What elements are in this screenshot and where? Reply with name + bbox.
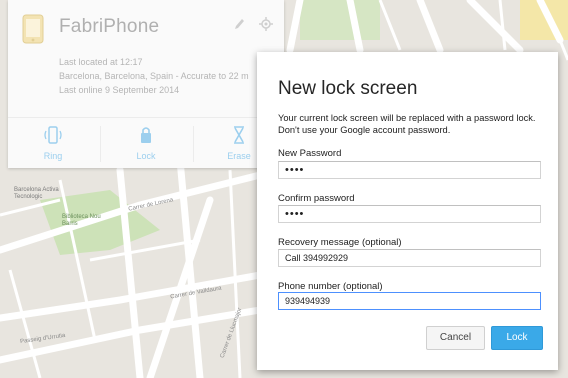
- device-name: FabriPhone: [59, 16, 160, 37]
- card-divider: [8, 117, 284, 118]
- location-text: Barcelona, Barcelona, Spain - Accurate t…: [59, 71, 249, 81]
- new-password-label: New Password: [278, 148, 342, 159]
- ring-phone-icon: [44, 126, 62, 144]
- device-card: FabriPhone Last located at 12:17 Barcelo…: [8, 0, 284, 168]
- recovery-message-label: Recovery message (optional): [278, 237, 402, 248]
- cancel-button[interactable]: Cancel: [426, 326, 485, 350]
- new-lock-screen-dialog: New lock screen Your current lock screen…: [257, 52, 558, 370]
- phone-number-field[interactable]: [278, 292, 541, 310]
- map-label-centro: Barcelona Activa Tecnologic: [14, 187, 59, 200]
- phone-number-label: Phone number (optional): [278, 281, 383, 292]
- new-password-field[interactable]: [278, 161, 541, 179]
- dialog-title: New lock screen: [278, 78, 418, 99]
- last-located-text: Last located at 12:17: [59, 57, 143, 67]
- confirm-password-label: Confirm password: [278, 193, 355, 204]
- last-online-text: Last online 9 September 2014: [59, 85, 180, 95]
- confirm-password-field[interactable]: [278, 205, 541, 223]
- ring-label: Ring: [43, 151, 63, 161]
- recovery-message-field[interactable]: [278, 249, 541, 267]
- locate-target-icon[interactable]: [259, 17, 273, 31]
- lock-action-button[interactable]: Lock: [101, 124, 191, 161]
- lock-icon: [141, 127, 151, 143]
- ring-action-button[interactable]: Ring: [8, 124, 98, 161]
- dialog-description: Your current lock screen will be replace…: [278, 113, 536, 135]
- edit-pencil-icon[interactable]: [233, 17, 245, 31]
- lock-button[interactable]: Lock: [491, 326, 543, 350]
- phone-icon: [22, 14, 44, 44]
- map-label-biblioteca: Biblioteca Nou Barris: [62, 214, 101, 227]
- lock-label: Lock: [136, 151, 156, 161]
- erase-icon: [234, 126, 244, 144]
